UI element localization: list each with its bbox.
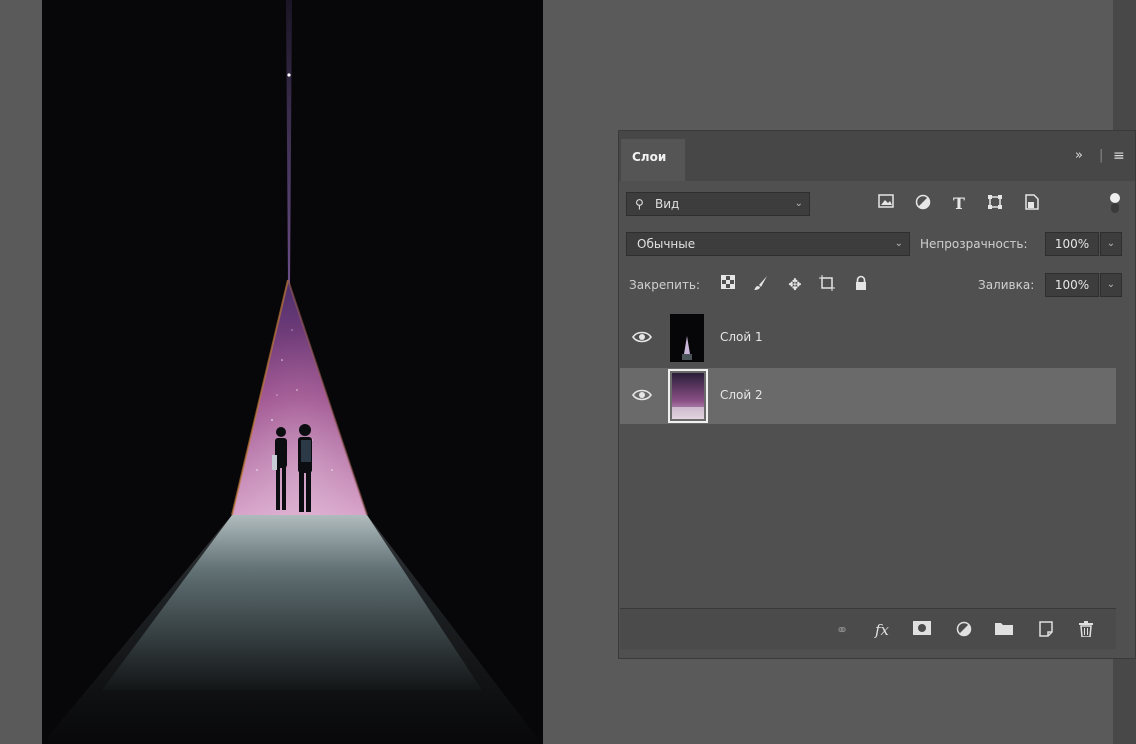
hamburger-menu-icon[interactable]: ≡: [1113, 149, 1125, 163]
chevron-down-icon: ⌄: [794, 198, 803, 209]
fill-input[interactable]: 100%: [1045, 273, 1099, 297]
layers-panel-footer: ⚭ fx: [620, 608, 1116, 649]
chevron-down-icon: ⌄: [894, 238, 903, 249]
layer-name[interactable]: Слой 2: [720, 388, 763, 402]
opacity-input[interactable]: 100%: [1045, 232, 1099, 256]
blend-mode-value: Обычные: [637, 237, 696, 251]
smart-object-filter-icon[interactable]: [1022, 194, 1042, 214]
layer-name[interactable]: Слой 1: [720, 330, 763, 344]
search-icon: ⚲: [635, 197, 644, 211]
shape-filter-icon[interactable]: [985, 194, 1005, 214]
lock-position-icon[interactable]: ✥: [785, 275, 805, 295]
filter-toggle-icon[interactable]: [1110, 193, 1120, 215]
document-canvas[interactable]: [42, 0, 543, 744]
divider: |: [1099, 148, 1104, 163]
adjustment-layer-icon[interactable]: [954, 621, 974, 639]
visibility-eye-icon[interactable]: [632, 387, 652, 403]
group-folder-icon[interactable]: [994, 621, 1014, 639]
adjustment-filter-icon[interactable]: [913, 194, 933, 214]
lock-label: Закрепить:: [629, 278, 701, 292]
tab-layers[interactable]: Слои: [621, 139, 685, 181]
opacity-label: Непрозрачность:: [920, 237, 1028, 251]
lock-all-icon[interactable]: [851, 275, 871, 295]
layer-thumbnail: [670, 314, 704, 362]
blend-mode-dropdown[interactable]: Обычные ⌄: [626, 232, 910, 256]
layer-row-2[interactable]: Слой 2: [620, 368, 1116, 424]
layer-thumbnail: [668, 369, 708, 423]
layer-row-1[interactable]: Слой 1: [620, 310, 1116, 366]
trash-icon[interactable]: [1076, 621, 1096, 639]
lock-transparent-pixels-icon[interactable]: [718, 275, 738, 295]
fill-chevron-down-icon[interactable]: ⌄: [1100, 273, 1122, 297]
new-layer-icon[interactable]: [1036, 621, 1056, 639]
canvas-artwork: [42, 0, 543, 744]
layer-filter-dropdown[interactable]: ⚲ Вид ⌄: [626, 192, 810, 216]
panel-header: Слои » | ≡: [619, 131, 1135, 181]
type-filter-icon[interactable]: T: [949, 194, 969, 214]
image-filter-icon[interactable]: [876, 194, 896, 214]
opacity-chevron-down-icon[interactable]: ⌄: [1100, 232, 1122, 256]
filter-kind-label: Вид: [655, 197, 680, 211]
double-chevron-right-icon[interactable]: »: [1075, 149, 1083, 163]
fx-icon[interactable]: fx: [872, 621, 892, 639]
add-mask-icon[interactable]: [912, 621, 932, 639]
lock-artboard-icon[interactable]: [817, 275, 837, 295]
link-layers-icon[interactable]: ⚭: [832, 621, 852, 639]
fill-label: Заливка:: [978, 278, 1035, 292]
lock-image-pixels-icon[interactable]: [751, 275, 771, 295]
visibility-eye-icon[interactable]: [632, 329, 652, 345]
